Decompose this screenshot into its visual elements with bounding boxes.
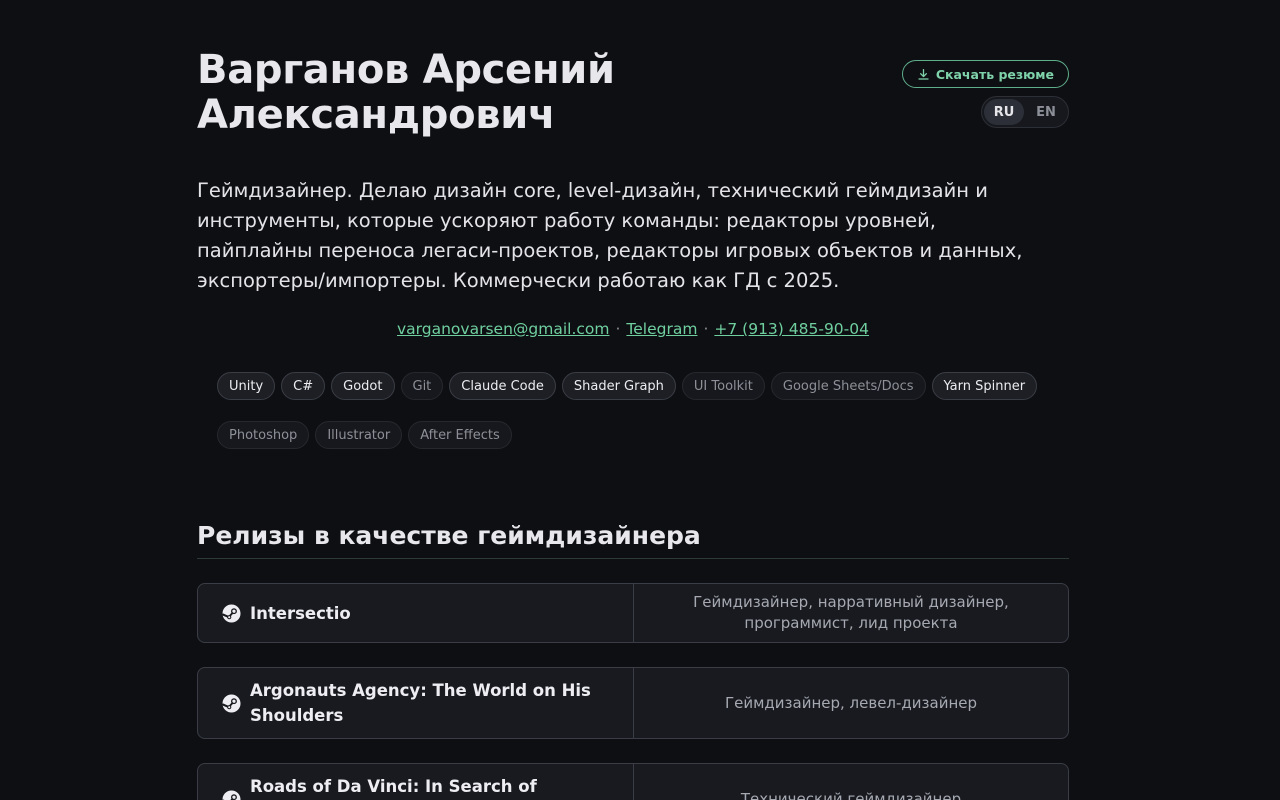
contact-separator: · <box>703 320 709 338</box>
release-card[interactable]: Argonauts Agency: The World on His Shoul… <box>197 667 1069 739</box>
download-icon <box>918 68 929 80</box>
telegram-link[interactable]: Telegram <box>626 320 697 338</box>
release-role: Технический геймдизайнер <box>740 789 962 800</box>
header: Варганов Арсений Александрович Скачать р… <box>197 48 1069 148</box>
release-title: Intersectio <box>250 603 351 623</box>
skill-tag: Godot <box>331 372 395 400</box>
download-resume-button[interactable]: Скачать резюме <box>901 60 1069 88</box>
release-title: Argonauts Agency: The World on His Shoul… <box>250 681 591 725</box>
skill-tag: Unity <box>217 372 276 400</box>
skill-tag: After Effects <box>408 421 512 449</box>
release-title: Roads of Da Vinci: In Search of Origins <box>250 777 537 796</box>
page-title: Варганов Арсений Александрович <box>197 48 797 138</box>
steam-icon <box>222 693 241 713</box>
release-card[interactable]: Intersectio Геймдизайнер, нарративный диз… <box>197 583 1069 643</box>
skill-tag: Shader Graph <box>561 372 676 400</box>
phone-link[interactable]: +7 (913) 485-90-04 <box>714 320 869 338</box>
name-line-2: Александрович <box>197 92 556 138</box>
name-line-1: Варганов Арсений <box>197 47 615 93</box>
skill-tag: Google Sheets/Docs <box>770 372 926 400</box>
contact-separator: · <box>615 320 621 338</box>
language-switcher: RU EN <box>981 96 1069 128</box>
bio-text: Геймдизайнер. Делаю дизайн core, level-д… <box>197 179 1023 292</box>
release-role: Геймдизайнер, левел-дизайнер <box>724 693 978 712</box>
release-title-cell: Intersectio <box>198 584 634 642</box>
release-title-cell: Roads of Da Vinci: In Search of Origins <box>198 764 634 800</box>
lang-ru-button[interactable]: RU <box>984 99 1024 125</box>
resume-page: Варганов Арсений Александрович Скачать р… <box>197 0 1069 800</box>
skill-tag: Git <box>400 372 444 400</box>
release-role: Геймдизайнер, нарративный дизайнер, прог… <box>693 593 1009 632</box>
steam-icon <box>222 789 241 800</box>
skill-tag: Illustrator <box>315 421 403 449</box>
skill-tag: Yarn Spinner <box>931 372 1038 400</box>
releases-section-title: Релизы в качестве геймдизайнера <box>197 521 1069 559</box>
email-link[interactable]: varganovarsen@gmail.com <box>397 320 609 338</box>
skill-tag: UI Toolkit <box>681 372 765 400</box>
releases-list: Intersectio Геймдизайнер, нарративный диз… <box>197 583 1069 800</box>
steam-icon <box>222 603 241 623</box>
skill-tag: C# <box>281 372 326 400</box>
skill-tag: Photoshop <box>217 421 310 449</box>
contacts: varganovarsen@gmail.com · Telegram · +7 (913… <box>197 320 1069 338</box>
skill-tags: Unity C# Godot Git Claude Code Shader Graph UI… <box>197 372 1069 449</box>
lang-en-button[interactable]: EN <box>1026 99 1066 125</box>
release-title-cell: Argonauts Agency: The World on His Shoul… <box>198 668 634 738</box>
release-card[interactable]: Roads of Da Vinci: In Search of Origins Т… <box>197 763 1069 800</box>
header-actions: Скачать резюме RU EN <box>901 60 1069 128</box>
skill-tag: Claude Code <box>449 372 556 400</box>
download-resume-label: Скачать резюме <box>935 66 1054 82</box>
